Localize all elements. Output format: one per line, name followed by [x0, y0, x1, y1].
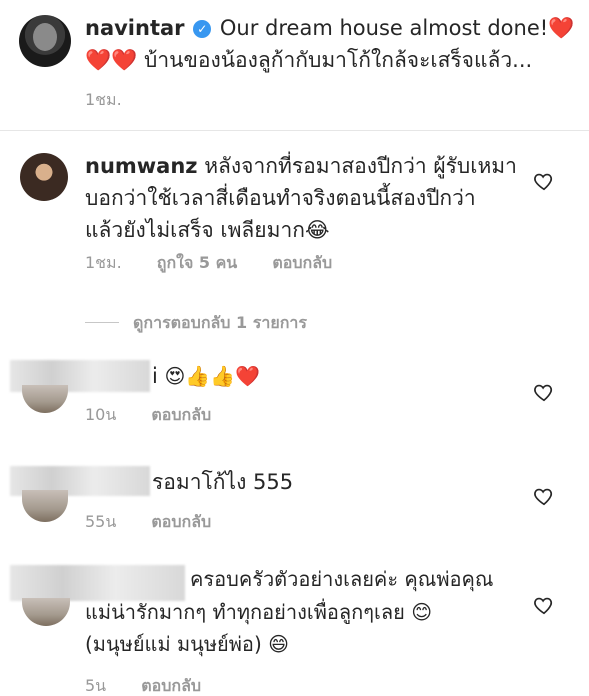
- comment-meta: 10น ตอบกลับ: [85, 403, 241, 428]
- post-time: 1ชม.: [85, 90, 122, 109]
- likes-count[interactable]: ถูกใจ 5 คน: [157, 253, 237, 272]
- divider: [85, 322, 119, 323]
- heart-outline-icon[interactable]: [533, 594, 555, 616]
- username[interactable]: numwanz: [85, 154, 198, 178]
- divider: [0, 130, 589, 131]
- comment-line: บอกว่าใช้เวลาสี่เดือนทำจริงตอนนี้สองปีกว…: [85, 186, 476, 210]
- avatar[interactable]: [22, 598, 70, 626]
- comment-line: (มนุษย์แม่ มนุษย์พ่อ) 😄: [85, 632, 289, 656]
- comment-text: แม่น่ารักมากๆ ทำทุกอย่างเพื่อลูกๆเลย 😊 (…: [85, 596, 530, 660]
- reply-button[interactable]: ตอบกลับ: [141, 676, 201, 695]
- comment-time: 1ชม.: [85, 253, 122, 272]
- comment-text: ครอบครัวตัวอย่างเลยค่ะ คุณพ่อคุณ: [190, 563, 530, 595]
- comment-meta: 1ชม. ถูกใจ 5 คน ตอบกลับ: [85, 251, 362, 276]
- heart-emoji: ❤️: [548, 16, 575, 40]
- comment-time: 10น: [85, 405, 117, 424]
- username[interactable]: i: [152, 364, 158, 388]
- comment-line: หลังจากที่รอมาสองปีกว่า ผู้รับเหมา: [204, 154, 517, 178]
- comment-meta: 55น ตอบกลับ: [85, 510, 241, 535]
- verified-badge-icon: ✓: [193, 20, 212, 38]
- reply-button[interactable]: ตอบกลับ: [151, 512, 211, 531]
- avatar[interactable]: [22, 490, 68, 522]
- avatar[interactable]: [22, 385, 68, 413]
- comment-time: 55น: [85, 512, 117, 531]
- caption-text: navintar ✓ Our dream house almost done!❤…: [85, 12, 580, 76]
- heart-outline-icon[interactable]: [533, 170, 555, 192]
- comment-line: ครอบครัวตัวอย่างเลยค่ะ คุณพ่อคุณ: [190, 567, 494, 591]
- caption-english: Our dream house almost done!: [219, 16, 549, 40]
- reply-button[interactable]: ตอบกลับ: [151, 405, 211, 424]
- comment-line: แล้วยังไม่เสร็จ เพลียมาก😂: [85, 218, 330, 242]
- comment-text: รอมาโก้ไง 555: [152, 470, 294, 494]
- comment-meta: 5น ตอบกลับ: [85, 674, 231, 696]
- comment-time: 5น: [85, 676, 107, 695]
- view-replies-button[interactable]: ดูการตอบกลับ 1 รายการ: [85, 311, 307, 336]
- heart-emoji: ❤️: [85, 48, 112, 72]
- comment-text: numwanz หลังจากที่รอมาสองปีกว่า ผู้รับเห…: [85, 150, 525, 246]
- caption-thai: บ้านของน้องลูก้ากับมาโก้ใกล้จะเสร็จแล้ว.…: [144, 48, 533, 72]
- avatar[interactable]: [19, 15, 71, 67]
- reply-button[interactable]: ตอบกลับ: [272, 253, 332, 272]
- comment-text: i 😍👍👍❤️: [152, 360, 452, 392]
- comment-line: แม่น่ารักมากๆ ทำทุกอย่างเพื่อลูกๆเลย 😊: [85, 600, 433, 624]
- comment-emoji: 😍👍👍❤️: [164, 364, 261, 388]
- comments-screen: navintar ✓ Our dream house almost done!❤…: [0, 0, 589, 696]
- heart-outline-icon[interactable]: [533, 381, 555, 403]
- heart-emoji: ❤️: [111, 48, 138, 72]
- heart-outline-icon[interactable]: [533, 485, 555, 507]
- view-replies-label: ดูการตอบกลับ 1 รายการ: [133, 313, 307, 332]
- post-caption: navintar ✓ Our dream house almost done!❤…: [0, 0, 589, 128]
- avatar[interactable]: [20, 153, 68, 201]
- username[interactable]: navintar: [85, 16, 185, 40]
